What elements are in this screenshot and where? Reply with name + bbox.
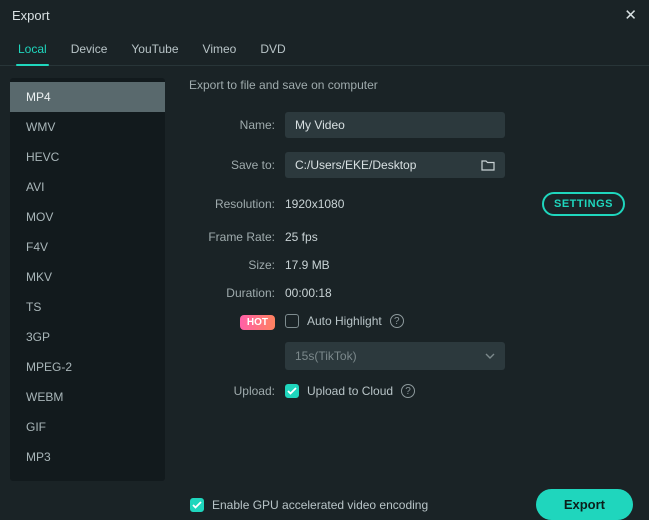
help-icon[interactable]: ? bbox=[401, 384, 415, 398]
tab-device[interactable]: Device bbox=[69, 36, 110, 65]
gpu-checkbox[interactable] bbox=[190, 498, 204, 512]
tab-youtube[interactable]: YouTube bbox=[129, 36, 180, 65]
gpu-label: Enable GPU accelerated video encoding bbox=[212, 498, 428, 512]
label-resolution: Resolution: bbox=[189, 197, 275, 211]
label-size: Size: bbox=[189, 258, 275, 272]
auto-highlight-checkbox[interactable] bbox=[285, 314, 299, 328]
auto-highlight-label: Auto Highlight bbox=[307, 314, 382, 328]
highlight-preset-value: 15s(TikTok) bbox=[295, 349, 357, 363]
format-ts[interactable]: TS bbox=[10, 292, 165, 322]
export-button[interactable]: Export bbox=[536, 489, 633, 520]
label-saveto: Save to: bbox=[189, 158, 275, 172]
format-mp3[interactable]: MP3 bbox=[10, 442, 165, 472]
saveto-input[interactable]: C:/Users/EKE/Desktop bbox=[285, 152, 505, 178]
format-hevc[interactable]: HEVC bbox=[10, 142, 165, 172]
name-input[interactable]: My Video bbox=[285, 112, 505, 138]
folder-icon[interactable] bbox=[481, 159, 495, 171]
chevron-down-icon bbox=[485, 353, 495, 359]
format-webm[interactable]: WEBM bbox=[10, 382, 165, 412]
window-title: Export bbox=[12, 8, 50, 23]
name-value: My Video bbox=[295, 118, 345, 132]
help-icon[interactable]: ? bbox=[390, 314, 404, 328]
tab-dvd[interactable]: DVD bbox=[258, 36, 287, 65]
format-mov[interactable]: MOV bbox=[10, 202, 165, 232]
size-value: 17.9 MB bbox=[285, 258, 330, 272]
label-framerate: Frame Rate: bbox=[189, 230, 275, 244]
format-mpeg-2[interactable]: MPEG-2 bbox=[10, 352, 165, 382]
settings-button[interactable]: SETTINGS bbox=[542, 192, 625, 216]
label-duration: Duration: bbox=[189, 286, 275, 300]
format-3gp[interactable]: 3GP bbox=[10, 322, 165, 352]
tab-vimeo[interactable]: Vimeo bbox=[201, 36, 239, 65]
label-upload: Upload: bbox=[189, 384, 275, 398]
tabbar: Local Device YouTube Vimeo DVD bbox=[0, 30, 649, 66]
duration-value: 00:00:18 bbox=[285, 286, 332, 300]
resolution-value: 1920x1080 bbox=[285, 197, 344, 211]
format-mkv[interactable]: MKV bbox=[10, 262, 165, 292]
format-sidebar: MP4WMVHEVCAVIMOVF4VMKVTS3GPMPEG-2WEBMGIF… bbox=[10, 78, 165, 481]
hot-badge: HOT bbox=[240, 315, 275, 330]
label-name: Name: bbox=[189, 118, 275, 132]
tab-local[interactable]: Local bbox=[16, 36, 49, 65]
framerate-value: 25 fps bbox=[285, 230, 318, 244]
highlight-preset-dropdown[interactable]: 15s(TikTok) bbox=[285, 342, 505, 370]
format-gif[interactable]: GIF bbox=[10, 412, 165, 442]
format-mp4[interactable]: MP4 bbox=[10, 82, 165, 112]
upload-cloud-label: Upload to Cloud bbox=[307, 384, 393, 398]
upload-cloud-checkbox[interactable] bbox=[285, 384, 299, 398]
format-avi[interactable]: AVI bbox=[10, 172, 165, 202]
close-icon[interactable]: ✕ bbox=[624, 6, 637, 24]
panel-heading: Export to file and save on computer bbox=[189, 78, 625, 92]
saveto-value: C:/Users/EKE/Desktop bbox=[295, 158, 416, 172]
format-wmv[interactable]: WMV bbox=[10, 112, 165, 142]
format-f4v[interactable]: F4V bbox=[10, 232, 165, 262]
